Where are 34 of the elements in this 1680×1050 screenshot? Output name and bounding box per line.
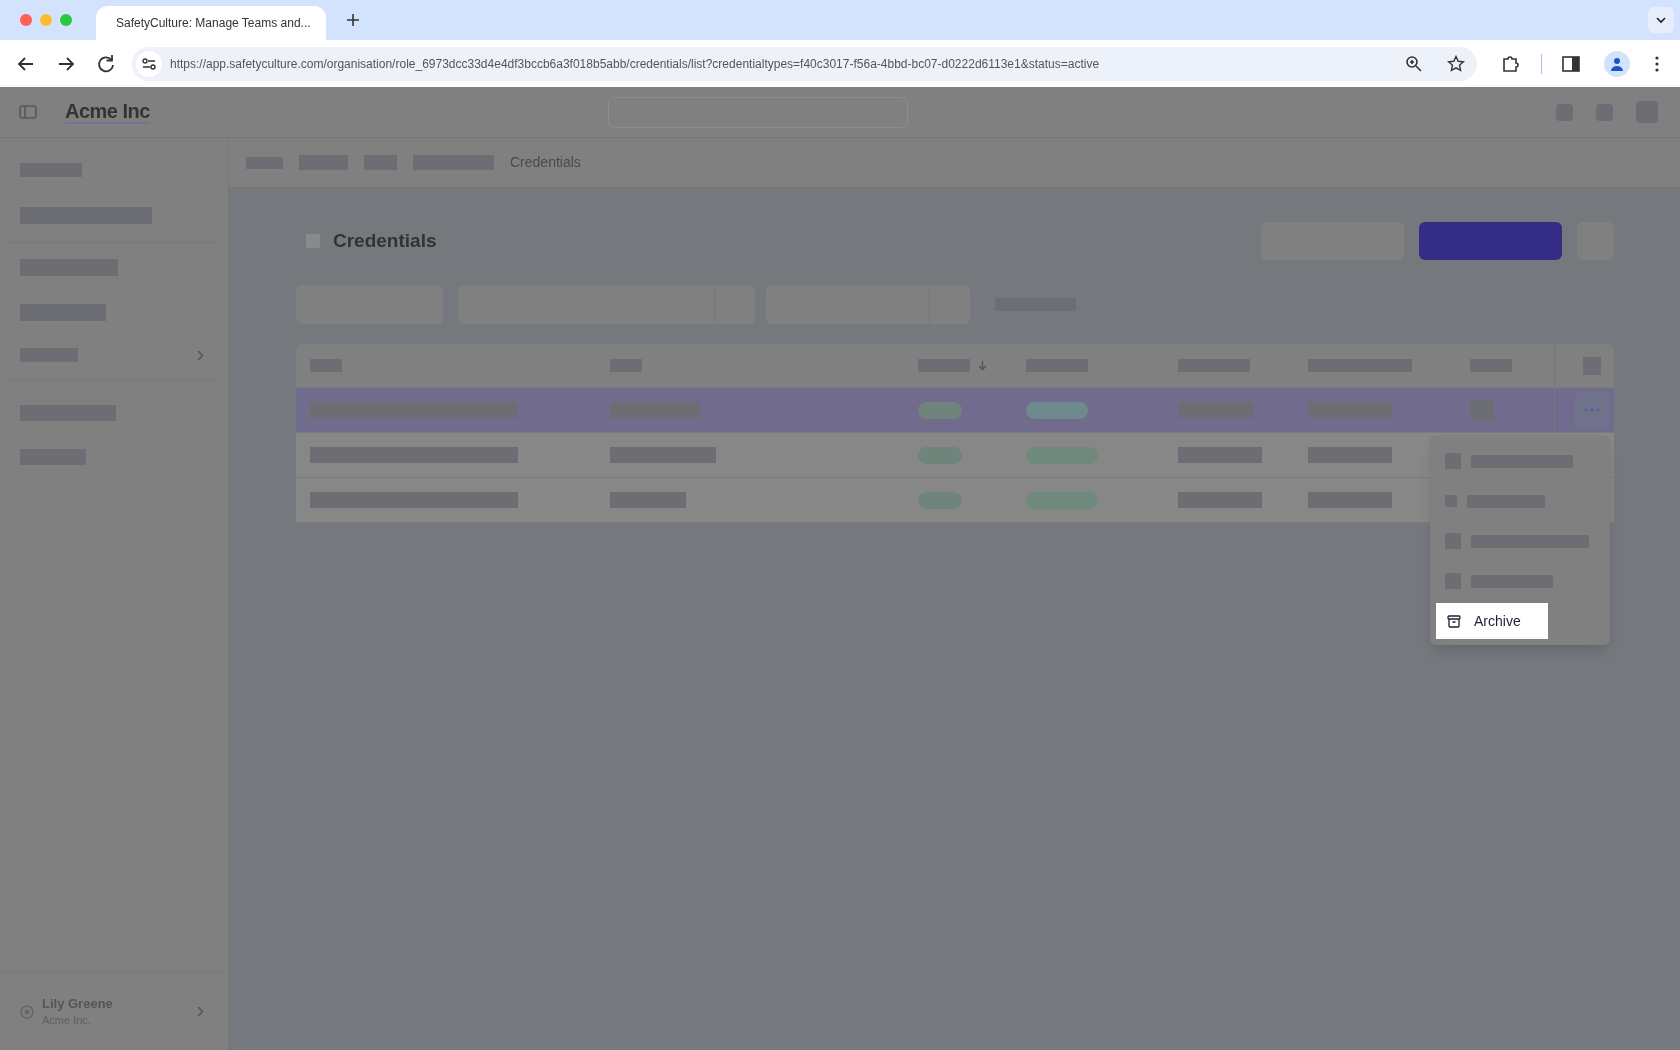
caret-icon	[1656, 16, 1666, 24]
primary-button[interactable]	[1419, 222, 1562, 260]
close-window-button[interactable]	[20, 14, 32, 26]
page-title: Credentials	[333, 228, 437, 253]
status-placeholder	[1026, 401, 1088, 419]
more-menu-icon[interactable]	[1654, 54, 1660, 73]
status-placeholder	[1026, 491, 1098, 509]
status-placeholder	[1026, 446, 1098, 464]
tab-list-button[interactable]	[1648, 7, 1674, 33]
extensions-icon[interactable]	[1501, 53, 1521, 74]
minimize-window-button[interactable]	[40, 14, 52, 26]
user-icon	[20, 1004, 34, 1019]
menu-item[interactable]: Archive	[1436, 603, 1548, 639]
side-panel-icon[interactable]	[1562, 55, 1580, 72]
chevron-right-icon[interactable]	[197, 1006, 204, 1017]
bookmark-star-icon[interactable]	[1447, 54, 1465, 73]
zoom-icon[interactable]	[1405, 54, 1423, 73]
status-placeholder	[918, 446, 962, 464]
archive-box-icon	[1447, 614, 1461, 628]
address-bar[interactable]: https://app.safetyculture.com/organisation/role_6973dcc33d4e4df3bccb6a3f018b5abb/credentials/list?credentialtypes=f40c3017-f56a-4bbd-bc07-d0222d6113e1&status=active	[132, 46, 1477, 81]
app-name: Acme Inc	[65, 100, 150, 124]
profile-avatar[interactable]	[1604, 50, 1630, 77]
status-placeholder	[918, 491, 962, 509]
sidebar-toggle-icon[interactable]	[19, 105, 37, 119]
new-tab-icon[interactable]	[346, 13, 360, 27]
url-text: https://app.safetyculture.com/organisation/role_6973dcc33d4e4df3bccb6a3f018b5abb/credentials/list?credentialtypes=f40c3017-f56a-4bbd-bc07-d0222d6113e1&status=active	[170, 55, 1100, 73]
site-settings-icon[interactable]	[136, 50, 162, 77]
sort-arrow-icon[interactable]	[978, 360, 987, 371]
tab-title: SafetyCulture: Manage Teams and...	[116, 15, 311, 32]
chevron-right-icon[interactable]	[197, 349, 204, 361]
status-placeholder	[918, 401, 962, 419]
browser-tab[interactable]: SafetyCulture: Manage Teams and...	[96, 6, 326, 40]
maximize-window-button[interactable]	[60, 14, 72, 26]
text-placeholder	[1470, 400, 1494, 420]
